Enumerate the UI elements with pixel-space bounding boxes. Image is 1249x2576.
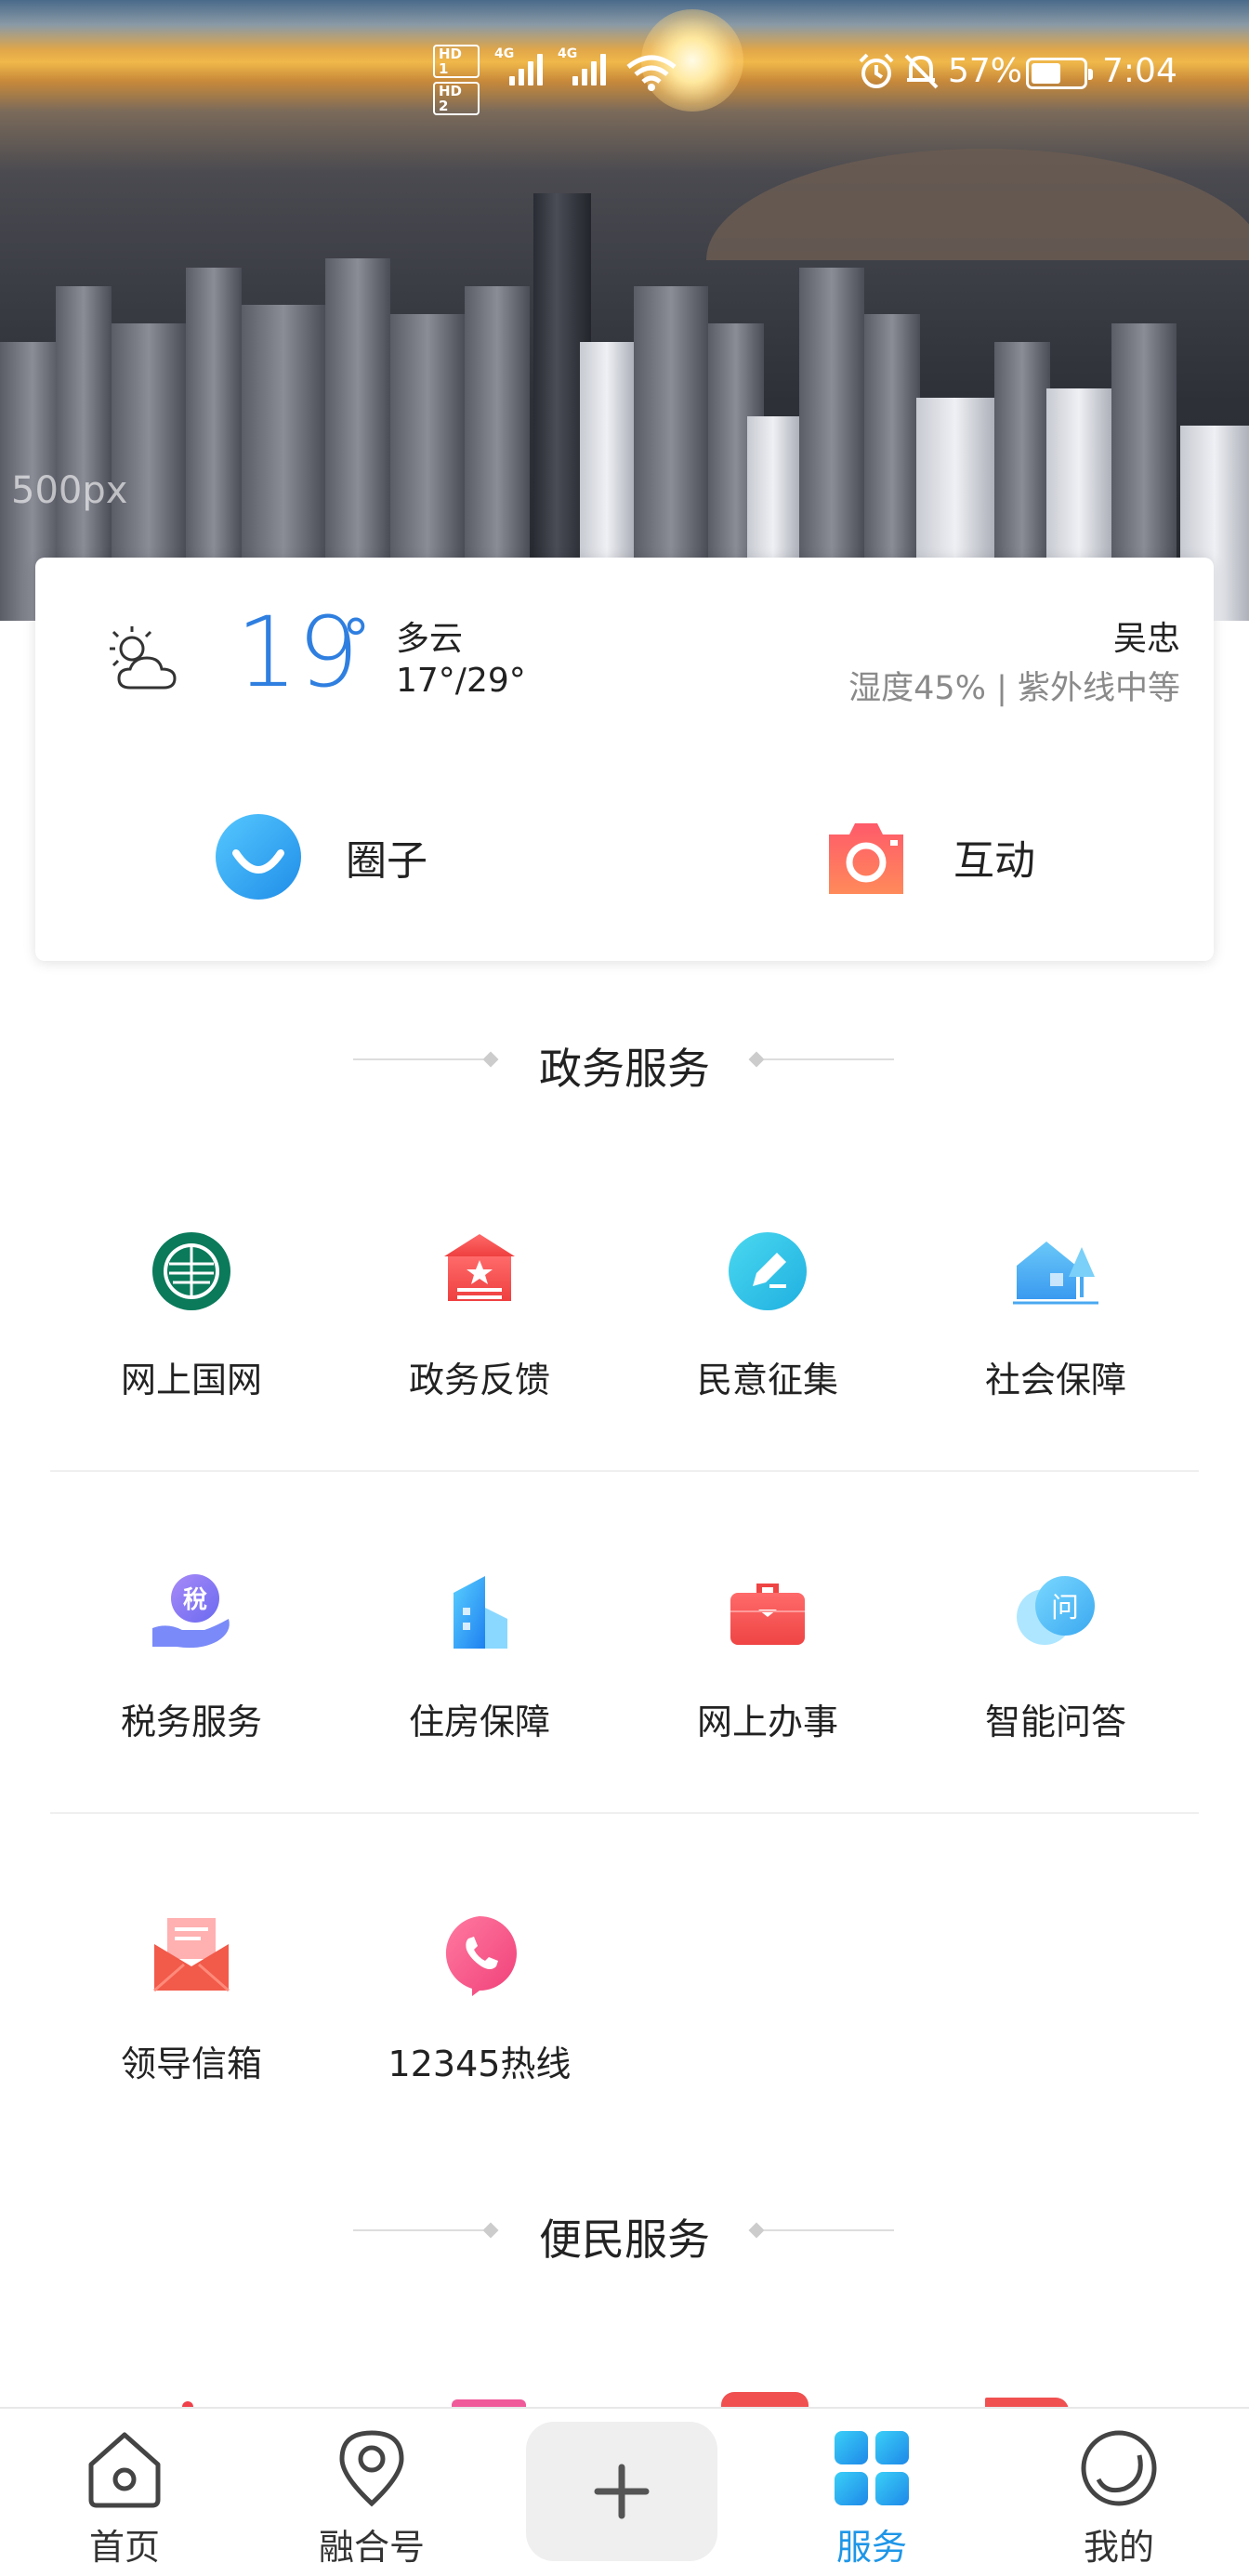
location-name[interactable]: 吴忠 xyxy=(1113,611,1180,660)
nav-fusion[interactable]: 融合号 xyxy=(279,2409,465,2576)
weather-condition: 多云 xyxy=(396,620,464,658)
temperature-value: 19 xyxy=(236,596,360,709)
nav-label: 融合号 xyxy=(318,2527,425,2568)
hd1-label: HD 1 xyxy=(433,45,480,78)
grid-label: 政务反馈 xyxy=(408,1360,550,1400)
camera-icon xyxy=(829,823,903,894)
divider xyxy=(50,1812,1199,1814)
grid-label: 民意征集 xyxy=(696,1360,838,1400)
svg-text:问: 问 xyxy=(1051,1592,1079,1624)
nav-mine[interactable]: 我的 xyxy=(1026,2409,1212,2576)
gov-section-header: 政务服务 xyxy=(0,1026,1249,1094)
grid-item-state-grid[interactable]: 网上国网 xyxy=(80,1229,303,1470)
hd2-label: HD 2 xyxy=(433,82,480,115)
signal-icon: 4G xyxy=(494,46,543,85)
battery-fill xyxy=(1032,63,1060,84)
grid-label: 网上办事 xyxy=(696,1702,838,1742)
grid-label: 智能问答 xyxy=(984,1702,1126,1742)
city-skyline xyxy=(0,175,1249,621)
house-tree-icon xyxy=(1013,1242,1098,1305)
grid-label: 社会保障 xyxy=(984,1360,1126,1400)
divider xyxy=(50,1470,1199,1472)
circle-button[interactable]: 圈子 xyxy=(214,810,427,903)
grid-item-smart-qa[interactable]: 问 智能问答 xyxy=(944,1571,1167,1812)
grid-item-tax[interactable]: 稅 税务服务 xyxy=(80,1571,303,1812)
location-pin-icon xyxy=(339,2430,404,2507)
grid-label: 12345热线 xyxy=(388,2044,572,2084)
government-building-icon xyxy=(444,1234,515,1301)
grid-item-online-affairs[interactable]: 网上办事 xyxy=(656,1571,879,1812)
grid-item-public-opinion[interactable]: 民意征集 xyxy=(656,1229,879,1470)
briefcase-icon xyxy=(730,1584,805,1645)
grid-item-hotline[interactable]: 12345热线 xyxy=(368,1912,591,2154)
nav-label: 我的 xyxy=(1083,2527,1154,2568)
mute-bell-icon xyxy=(904,54,939,89)
grid-label: 住房保障 xyxy=(408,1702,550,1742)
gov-row-1: 网上国网 政务反馈 民意征集 社会保障 xyxy=(0,1229,1249,1507)
network-type-2: 4G xyxy=(558,46,578,61)
bottom-nav: 首页 融合号 服务 我的 xyxy=(0,2407,1249,2576)
grid-item-housing[interactable]: 住房保障 xyxy=(368,1571,591,1812)
grid-item-social-security[interactable]: 社会保障 xyxy=(944,1229,1167,1470)
degree-symbol: ° xyxy=(342,608,370,673)
chat-question-icon: 问 xyxy=(1017,1576,1095,1645)
gov-row-3: 领导信箱 12345热线 xyxy=(0,1912,1249,2191)
grid-apps-icon xyxy=(835,2431,909,2505)
smile-bubble-icon xyxy=(216,814,301,900)
grid-item-leader-mailbox[interactable]: 领导信箱 xyxy=(80,1912,303,2154)
nav-label: 服务 xyxy=(835,2527,907,2568)
weather-detail: 湿度45% | 紫外线中等 xyxy=(848,670,1180,707)
tax-hand-icon: 稅 xyxy=(152,1574,230,1649)
alarm-icon xyxy=(859,53,894,88)
convenience-section-header: 便民服务 xyxy=(0,2197,1249,2265)
status-bar: HD 1 HD 2 4G 4G 57% 7:04 xyxy=(0,41,1249,115)
clock: 7:04 xyxy=(1102,52,1177,90)
app-screen: 500px HD 1 HD 2 4G 4G 57% 7:04 19 ° 多云 1… xyxy=(0,0,1249,2576)
nav-label: 首页 xyxy=(88,2527,160,2568)
weather-card: 19 ° 多云 17°/29° 吴忠 湿度45% | 紫外线中等 圈子 互动 xyxy=(35,558,1214,961)
signal-icon-2: 4G xyxy=(558,46,606,85)
temperature-range: 17°/29° xyxy=(396,662,526,700)
convenience-section-title: 便民服务 xyxy=(539,2215,710,2265)
watermark: 500px xyxy=(11,469,128,512)
circle-label: 圈子 xyxy=(346,837,427,885)
grid-item-gov-feedback[interactable]: 政务反馈 xyxy=(368,1229,591,1470)
battery-icon xyxy=(1026,58,1093,89)
interact-button[interactable]: 互动 xyxy=(822,810,1035,903)
publish-plus-button[interactable] xyxy=(526,2422,717,2561)
grid-label: 领导信箱 xyxy=(120,2044,262,2084)
partly-cloudy-icon xyxy=(110,626,177,690)
plus-icon xyxy=(594,2464,650,2519)
profile-circle-icon xyxy=(1081,2430,1157,2506)
grid-label: 网上国网 xyxy=(120,1360,262,1400)
battery-percentage: 57% xyxy=(948,52,1023,90)
nav-services[interactable]: 服务 xyxy=(779,2409,965,2576)
mail-envelope-icon xyxy=(153,1918,230,1992)
home-icon xyxy=(88,2432,161,2508)
network-type: 4G xyxy=(494,46,515,61)
gov-section-title: 政务服务 xyxy=(539,1044,710,1094)
phone-icon xyxy=(445,1916,517,1996)
gov-row-2: 稅 税务服务 住房保障 网上办事 问 智能问答 xyxy=(0,1571,1249,1849)
pen-edit-icon xyxy=(729,1232,807,1310)
interact-label: 互动 xyxy=(953,837,1035,885)
nav-home[interactable]: 首页 xyxy=(32,2409,217,2576)
building-icon xyxy=(454,1576,507,1649)
svg-text:稅: 稅 xyxy=(183,1586,207,1614)
wifi-icon xyxy=(626,55,677,91)
hd-indicator: HD 1 HD 2 xyxy=(433,45,485,119)
state-grid-logo-icon xyxy=(152,1232,230,1310)
grid-label: 税务服务 xyxy=(120,1702,262,1742)
